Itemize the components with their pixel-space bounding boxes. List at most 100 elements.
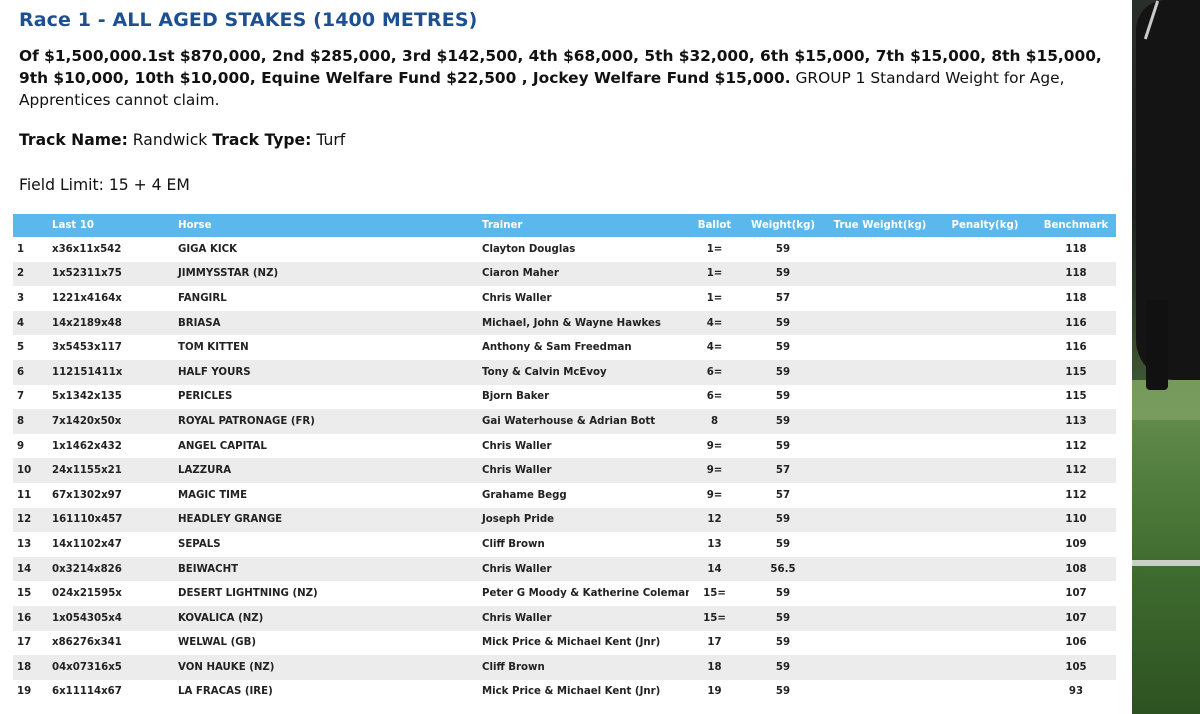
cell-trainer: Gai Waterhouse & Adrian Bott	[482, 415, 656, 427]
cell-last10: 14x1102x47	[52, 538, 122, 550]
cell-num: 7	[17, 391, 25, 403]
cell-trainer: Chris Waller	[482, 612, 552, 624]
cell-weight: 59	[775, 686, 791, 698]
cell-ballot: 19	[707, 686, 722, 698]
cell-num: 9	[17, 440, 25, 452]
col-header-num[interactable]	[13, 214, 48, 237]
cell-num: 1	[17, 243, 25, 255]
table-row[interactable]: 1 x36x11x542 GIGA KICK Clayton Douglas 1= 59 1…	[13, 237, 1116, 262]
cell-ballot: 9=	[706, 465, 723, 477]
table-row[interactable]: 3 1221x4164x FANGIRL Chris Waller 1= 57 118	[13, 286, 1116, 311]
col-header-last10[interactable]: Last 10	[48, 214, 174, 237]
table-row[interactable]: 6 112151411x HALF YOURS Tony & Calvin McEvo…	[13, 359, 1116, 385]
cell-weight: 59	[775, 415, 791, 427]
cell-true-weight	[826, 606, 934, 631]
cell-benchmark: 118	[1065, 268, 1087, 280]
cell-trainer: Michael, John & Wayne Hawkes	[482, 317, 661, 329]
cell-last10: 7x1420x50x	[52, 415, 122, 427]
cell-benchmark: 108	[1065, 563, 1087, 575]
table-row[interactable]: 19 6x11114x67 LA FRACAS (IRE) Mick Price & …	[13, 679, 1116, 705]
cell-ballot: 1=	[706, 292, 723, 304]
col-header-penalty[interactable]: Penalty(kg)	[934, 214, 1036, 237]
table-row[interactable]: 4 14x2189x48 BRIASA Michael, John & Wayne H…	[13, 310, 1116, 336]
track-info: Track Name: Randwick Track Type: Turf	[19, 131, 345, 149]
cell-benchmark: 112	[1065, 489, 1087, 501]
cell-horse: BEIWACHT	[178, 563, 239, 575]
col-header-horse[interactable]: Horse	[174, 214, 478, 237]
cell-trainer: Ciaron Maher	[482, 268, 559, 280]
cell-weight: 59	[775, 612, 791, 624]
cell-ballot: 13	[707, 538, 722, 550]
cell-benchmark: 107	[1065, 588, 1087, 600]
cell-trainer: Bjorn Baker	[482, 391, 550, 403]
table-row[interactable]: 15 024x21595x DESERT LIGHTNING (NZ) Peter G…	[13, 581, 1116, 606]
cell-trainer: Peter G Moody & Katherine Coleman	[482, 588, 689, 600]
cell-penalty	[934, 631, 1036, 656]
cell-ballot: 6=	[706, 391, 723, 403]
table-row[interactable]: 16 1x054305x4 KOVALICA (NZ) Chris Waller 15=…	[13, 605, 1116, 631]
cell-last10: x86276x341	[52, 637, 122, 649]
cell-horse: LAZZURA	[178, 465, 232, 477]
cell-ballot: 17	[707, 637, 722, 649]
table-row[interactable]: 8 7x1420x50x ROYAL PATRONAGE (FR) Gai Water…	[13, 409, 1116, 434]
cell-penalty	[934, 557, 1036, 582]
cell-num: 4	[17, 317, 25, 329]
cell-last10: 67x1302x97	[52, 489, 122, 501]
cell-horse: BRIASA	[178, 317, 221, 329]
table-body: 1 x36x11x542 GIGA KICK Clayton Douglas 1= 59 1…	[13, 237, 1116, 705]
cell-horse: MAGIC TIME	[178, 489, 248, 501]
cell-weight: 59	[775, 538, 791, 550]
col-header-true-weight[interactable]: True Weight(kg)	[826, 214, 934, 237]
cell-penalty	[934, 508, 1036, 533]
cell-benchmark: 93	[1068, 686, 1084, 698]
table-row[interactable]: 10 24x1155x21 LAZZURA Chris Waller 9= 57 112	[13, 458, 1116, 483]
cell-last10: 6x11114x67	[52, 686, 122, 698]
cell-ballot: 1=	[706, 243, 723, 255]
cell-true-weight	[826, 286, 934, 311]
col-header-ballot[interactable]: Ballot	[689, 214, 740, 237]
cell-true-weight	[826, 237, 934, 262]
cell-weight: 56.5	[770, 563, 796, 575]
cell-penalty	[934, 655, 1036, 680]
cell-num: 17	[17, 637, 32, 649]
cell-num: 15	[17, 588, 32, 600]
cell-num: 18	[17, 661, 32, 673]
table-row[interactable]: 2 1x52311x75 JIMMYSSTAR (NZ) Ciaron Maher 1=…	[13, 261, 1116, 287]
cell-trainer: Chris Waller	[482, 292, 552, 304]
table-row[interactable]: 9 1x1462x432 ANGEL CAPITAL Chris Waller 9= 59…	[13, 433, 1116, 459]
cell-true-weight	[826, 434, 934, 459]
table-row[interactable]: 12 161110x457 HEADLEY GRANGE Joseph Pride 12…	[13, 507, 1116, 533]
table-row[interactable]: 11 67x1302x97 MAGIC TIME Grahame Begg 9= 57 11…	[13, 482, 1116, 508]
track-type-label: Track Type:	[212, 131, 312, 149]
table-row[interactable]: 14 0x3214x826 BEIWACHT Chris Waller 14 56.5 10…	[13, 556, 1116, 582]
table-row[interactable]: 17 x86276x341 WELWAL (GB) Mick Price & Mich…	[13, 630, 1116, 656]
cell-trainer: Grahame Begg	[482, 489, 567, 501]
cell-ballot: 1=	[706, 268, 723, 280]
cell-penalty	[934, 434, 1036, 459]
cell-num: 16	[17, 612, 32, 624]
cell-benchmark: 105	[1065, 661, 1087, 673]
cell-horse: VON HAUKE (NZ)	[178, 661, 275, 673]
cell-true-weight	[826, 262, 934, 287]
col-header-weight[interactable]: Weight(kg)	[740, 214, 826, 237]
cell-horse: SEPALS	[178, 538, 221, 550]
table-row[interactable]: 13 14x1102x47 SEPALS Cliff Brown 13 59 109	[13, 532, 1116, 557]
cell-ballot: 9=	[706, 489, 723, 501]
cell-ballot: 9=	[706, 440, 723, 452]
photo-horse-leg	[1146, 300, 1168, 390]
table-row[interactable]: 5 3x5453x117 TOM KITTEN Anthony & Sam Freed…	[13, 335, 1116, 360]
col-header-trainer[interactable]: Trainer	[478, 214, 689, 237]
table-row[interactable]: 7 5x1342x135 PERICLES Bjorn Baker 6= 59 115	[13, 384, 1116, 410]
cell-last10: x36x11x542	[52, 243, 122, 255]
cell-ballot: 15=	[703, 612, 726, 624]
cell-weight: 59	[775, 391, 791, 403]
cell-true-weight	[826, 335, 934, 360]
cell-ballot: 4=	[706, 342, 723, 354]
cell-penalty	[934, 532, 1036, 557]
table-row[interactable]: 18 04x07316x5 VON HAUKE (NZ) Cliff Brown 18 5…	[13, 655, 1116, 680]
photo-rail	[1132, 560, 1200, 566]
cell-benchmark: 115	[1065, 391, 1087, 403]
cell-penalty	[934, 335, 1036, 360]
table-header-row: Last 10 Horse Trainer Ballot Weight(kg) …	[13, 214, 1116, 237]
col-header-benchmark[interactable]: Benchmark	[1036, 214, 1116, 237]
